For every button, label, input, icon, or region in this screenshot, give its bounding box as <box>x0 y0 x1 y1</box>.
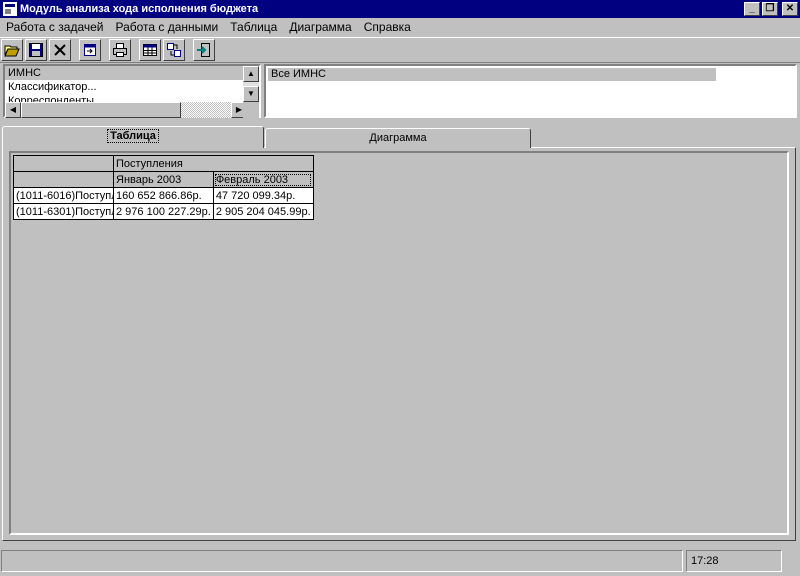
data-cell[interactable]: 160 652 866.86р. <box>113 187 214 204</box>
print-button[interactable] <box>109 39 131 61</box>
import-button[interactable] <box>79 39 101 61</box>
scroll-up-icon[interactable]: ▲ <box>243 66 259 82</box>
menu-chart[interactable]: Диаграмма <box>283 18 357 37</box>
window-title: Модуль анализа хода исполнения бюджета <box>20 3 259 15</box>
data-grid[interactable]: Поступления Январь 2003 Февраль 2003 (10… <box>13 155 314 220</box>
tab-table[interactable]: Таблица <box>2 126 264 148</box>
exit-icon <box>197 43 210 57</box>
tab-table-label: Таблица <box>107 129 159 143</box>
tab-chart-label: Диаграмма <box>369 132 427 144</box>
import-icon <box>84 44 96 56</box>
selection-panel[interactable]: Все ИМНС <box>264 64 797 118</box>
minimize-button[interactable]: _ <box>744 2 760 16</box>
scroll-down-icon[interactable]: ▼ <box>243 86 259 102</box>
vertical-scrollbar[interactable]: ▲ ▼ <box>243 66 259 102</box>
list-item[interactable]: ИМНС <box>5 66 247 80</box>
list-item[interactable]: Корреспонденты <box>5 94 247 102</box>
data-transfer-button[interactable] <box>163 39 185 61</box>
menu-data[interactable]: Работа с данными <box>109 18 224 37</box>
group-header[interactable]: Поступления <box>113 155 314 172</box>
menu-table[interactable]: Таблица <box>224 18 283 37</box>
data-cell[interactable]: 2 976 100 227.29р. <box>113 203 214 220</box>
title-bar: Модуль анализа хода исполнения бюджета _… <box>0 0 800 18</box>
status-main <box>1 550 683 572</box>
data-cell[interactable]: 2 905 204 045.99р. <box>212 203 314 220</box>
open-button[interactable] <box>1 39 23 61</box>
close-button[interactable]: ✕ <box>782 2 798 16</box>
tab-chart[interactable]: Диаграмма <box>265 128 531 148</box>
data-transfer-icon <box>167 43 181 57</box>
data-cell[interactable]: 47 720 099.34р. <box>212 187 314 204</box>
table-view-button[interactable] <box>139 39 161 61</box>
row-header[interactable]: (1011-6301)Поступления <box>13 203 114 220</box>
row-header[interactable]: (1011-6016)Поступления <box>13 187 114 204</box>
scroll-thumb[interactable] <box>21 102 181 118</box>
print-icon <box>113 43 127 57</box>
status-bar: 17:28 <box>0 548 800 576</box>
corner-cell <box>13 171 114 188</box>
restore-button[interactable]: ❐ <box>762 2 778 16</box>
save-icon <box>29 43 43 57</box>
toolbar <box>0 37 800 63</box>
column-header[interactable]: Февраль 2003 <box>212 171 314 188</box>
filter-list-panel: ИМНС Классификатор... Корреспонденты ▲ ▼… <box>3 64 261 118</box>
tab-page-table: Поступления Январь 2003 Февраль 2003 (10… <box>2 147 796 541</box>
status-time: 17:28 <box>686 550 782 572</box>
delete-button[interactable] <box>49 39 71 61</box>
menu-bar: Работа с задачей Работа с данными Таблиц… <box>0 18 800 37</box>
table-row: (1011-6301)Поступления 2 976 100 227.29р… <box>13 203 314 220</box>
horizontal-scrollbar[interactable]: ◀ ▶ <box>5 102 247 118</box>
delete-icon <box>54 44 66 56</box>
list-item[interactable]: Классификатор... <box>5 80 247 94</box>
grid-area[interactable]: Поступления Январь 2003 Февраль 2003 (10… <box>9 151 789 535</box>
table-row: (1011-6016)Поступления 160 652 866.86р. … <box>13 187 314 204</box>
column-header[interactable]: Январь 2003 <box>113 171 214 188</box>
selected-value[interactable]: Все ИМНС <box>268 68 716 81</box>
menu-help[interactable]: Справка <box>358 18 417 37</box>
app-icon[interactable] <box>3 2 17 16</box>
scroll-corner <box>243 102 259 118</box>
menu-task[interactable]: Работа с задачей <box>0 18 109 37</box>
exit-button[interactable] <box>193 39 215 61</box>
save-button[interactable] <box>25 39 47 61</box>
open-folder-icon <box>4 45 20 57</box>
filter-list[interactable]: ИМНС Классификатор... Корреспонденты <box>5 66 247 102</box>
corner-cell <box>13 155 114 172</box>
scroll-left-icon[interactable]: ◀ <box>5 102 21 118</box>
table-view-icon <box>143 44 157 56</box>
